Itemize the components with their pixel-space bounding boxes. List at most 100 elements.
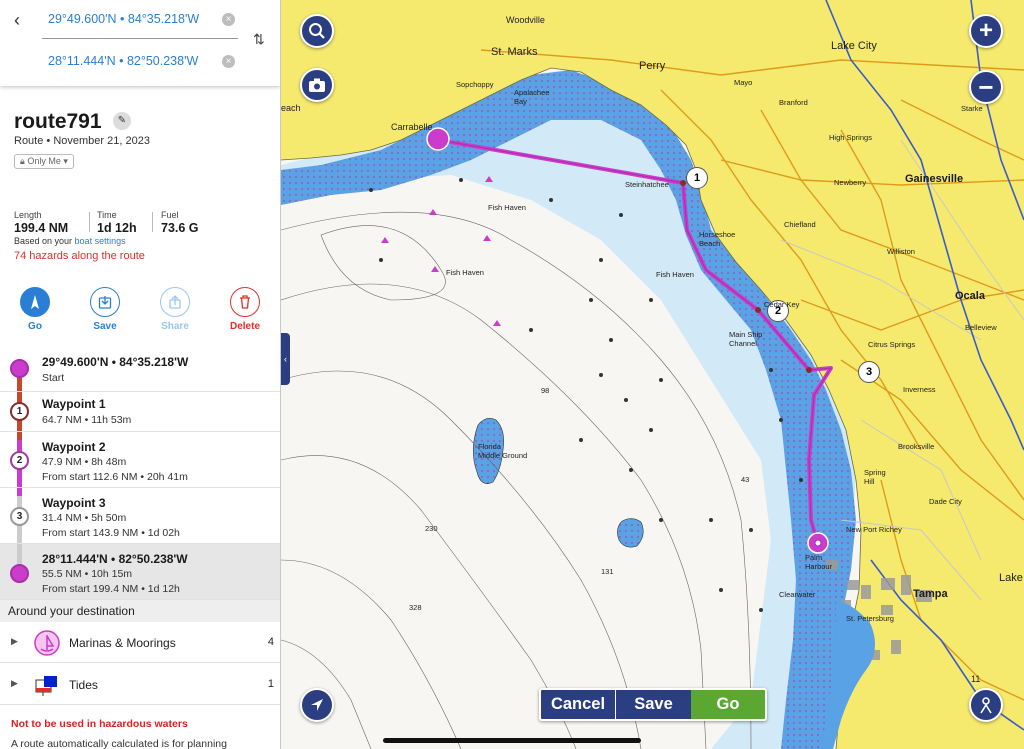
waypoint-row-3[interactable]: 3 Waypoint 3 31.4 NM • 5h 50m From start…	[0, 488, 280, 544]
marinas-row[interactable]: ▶ Marinas & Moorings 4	[0, 622, 280, 663]
hazards-link[interactable]: 74 hazards along the route	[14, 250, 145, 262]
divider	[42, 38, 238, 39]
waypoint-title: Waypoint 1	[42, 397, 106, 411]
swap-icon[interactable]: ⇅	[253, 31, 265, 48]
map-label: Belleview	[965, 323, 997, 332]
map-label: Newberry	[834, 178, 867, 187]
collapse-panel-tab[interactable]: ‹	[281, 333, 290, 385]
map-label: Fish Haven	[446, 268, 484, 277]
chevron-down-icon: ▾	[63, 156, 68, 166]
tides-count: 1	[267, 678, 274, 690]
tides-icon	[35, 676, 57, 696]
waypoint-row-start[interactable]: 29°49.600'N • 84°35.218'W Start	[0, 346, 280, 392]
waypoint-from-start: From start 112.6 NM • 20h 41m	[42, 471, 188, 483]
fuel-label: Fuel	[161, 210, 179, 220]
map-label: Clearwater	[779, 590, 816, 599]
cancel-button[interactable]: Cancel	[541, 690, 616, 719]
time-value: 1d 12h	[97, 221, 137, 235]
waypoint-from-start: From start 143.9 NM • 1d 02h	[42, 527, 180, 539]
map-label: Fish Haven	[488, 203, 526, 212]
clear-destination-icon[interactable]: ×	[222, 55, 235, 68]
expand-arrow-icon: ▶	[11, 636, 18, 646]
marinas-count: 4	[267, 636, 274, 648]
map-label: Fish Haven	[656, 270, 694, 279]
map-label: Perry	[639, 60, 666, 72]
fuel-value: 73.6 G	[161, 221, 199, 235]
camera-icon	[309, 78, 325, 92]
map-label: Lake City	[831, 40, 877, 52]
privacy-value: Only Me	[27, 156, 61, 166]
marina-icon	[34, 630, 60, 656]
delete-button[interactable]: Delete	[220, 287, 270, 332]
profile-button[interactable]	[969, 688, 1003, 722]
share-icon	[160, 287, 190, 317]
route-subtitle: Route • November 21, 2023	[14, 135, 150, 147]
route-panel: ‹ 29°49.600'N • 84°35.218'W × 28°11.444'…	[0, 0, 281, 749]
location-arrow-icon	[311, 699, 323, 711]
clear-origin-icon[interactable]: ×	[222, 13, 235, 26]
back-chevron-icon[interactable]: ‹	[14, 10, 28, 30]
tides-row[interactable]: ▶ Tides 1	[0, 664, 280, 705]
save-button[interactable]: Save	[80, 287, 130, 332]
time-stat: Time 1d 12h	[97, 210, 137, 235]
trash-icon	[230, 287, 260, 317]
waypoint-3-marker: 3	[10, 507, 29, 526]
zoom-out-button[interactable]: −	[969, 70, 1003, 104]
map-label: Tampa	[913, 588, 948, 600]
planning-note: A route automatically calculated is for …	[11, 738, 227, 749]
search-icon	[309, 23, 325, 39]
map-label: Main Ship Channel	[729, 330, 763, 348]
divider	[152, 212, 153, 232]
minus-icon: −	[978, 72, 994, 102]
interstate-shield: 11	[971, 674, 981, 684]
origin-field[interactable]: 29°49.600'N • 84°35.218'W	[48, 12, 199, 26]
edit-pencil-icon[interactable]: ✎	[113, 112, 131, 130]
map-label: Palm Harbour	[805, 553, 833, 571]
save-label: Save	[93, 321, 117, 332]
search-button[interactable]	[300, 14, 334, 48]
go-button[interactable]: Go	[10, 287, 60, 332]
waypoint-row-destination[interactable]: 28°11.444'N • 82°50.238'W 55.5 NM • 10h …	[0, 544, 280, 600]
zoom-in-button[interactable]: +	[969, 14, 1003, 48]
waypoint-1-marker: 1	[10, 402, 29, 421]
map-label: Inverness	[903, 385, 936, 394]
map-label: High Springs	[829, 133, 872, 142]
waypoint-1-badge[interactable]: 1	[686, 167, 708, 189]
boat-settings-link[interactable]: boat settings	[75, 236, 126, 246]
map-label: Chiefland	[784, 220, 816, 229]
marinas-label: Marinas & Moorings	[69, 636, 176, 650]
map-label: Citrus Springs	[868, 340, 916, 349]
map-label: each	[281, 103, 301, 113]
privacy-dropdown[interactable]: 🔒︎ Only Me ▾	[14, 154, 74, 169]
delete-label: Delete	[229, 321, 260, 332]
fuel-stat: Fuel 73.6 G	[161, 210, 199, 235]
map-label: Brooksville	[898, 442, 935, 451]
go-route-button[interactable]: Go	[691, 690, 765, 719]
home-indicator	[383, 738, 641, 743]
download-icon	[90, 287, 120, 317]
destination-field[interactable]: 28°11.444'N • 82°50.238'W	[48, 54, 198, 68]
nautical-chart[interactable]: 1 2 3 Woodville St. Marks Perry Lake Cit…	[281, 0, 1024, 749]
locate-button[interactable]	[300, 688, 334, 722]
waypoint-row-2[interactable]: 2 Waypoint 2 47.9 NM • 8h 48m From start…	[0, 432, 280, 488]
waypoint-from-start: From start 199.4 NM • 1d 12h	[42, 583, 180, 595]
waypoint-info: 55.5 NM • 10h 15m	[42, 568, 133, 580]
start-pin-icon	[10, 359, 29, 378]
share-button[interactable]: Share	[150, 287, 200, 332]
waypoint-info: 64.7 NM • 11h 53m	[42, 414, 132, 426]
around-destination-heading: Around your destination	[0, 600, 280, 622]
waypoint-title: Waypoint 2	[42, 440, 106, 454]
map-label: Starke	[961, 104, 983, 113]
map-label: Florida Middle Ground	[478, 442, 528, 460]
time-label: Time	[97, 210, 117, 220]
save-route-button[interactable]: Save	[616, 690, 691, 719]
based-on-text: Based on your boat settings	[14, 236, 126, 246]
plus-icon: +	[978, 17, 993, 44]
waypoint-row-1[interactable]: 1 Waypoint 1 64.7 NM • 11h 53m	[0, 392, 280, 432]
map-label: Horseshoe Beach	[699, 230, 736, 248]
hazard-warning: Not to be used in hazardous waters	[11, 718, 188, 730]
map-label: New Port Richey	[846, 525, 902, 534]
camera-button[interactable]	[300, 68, 334, 102]
waypoint-3-badge[interactable]: 3	[858, 361, 880, 383]
waypoint-title: Waypoint 3	[42, 496, 106, 510]
